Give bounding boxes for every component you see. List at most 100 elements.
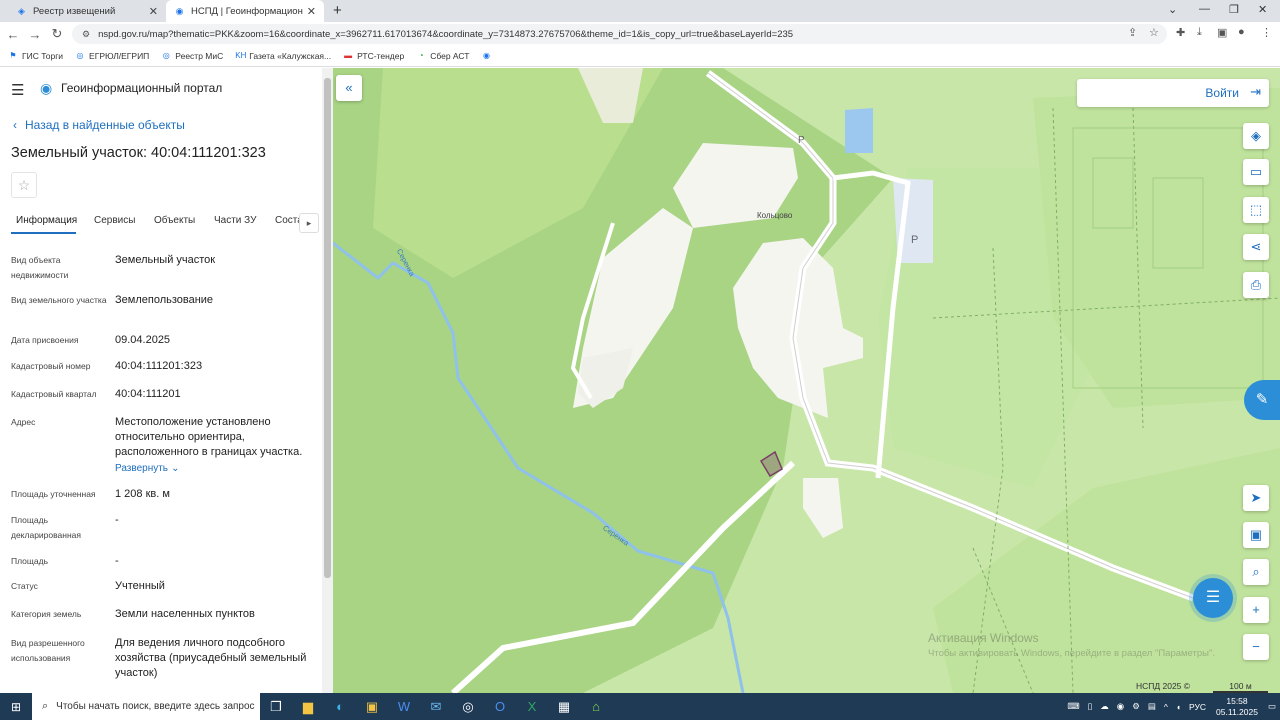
portal-logo-icon: ◉ [40,80,53,96]
show-hidden-icon[interactable]: ^ [1164,702,1168,712]
object-title: Земельный участок: 40:04:111201:323 [11,145,266,161]
file-explorer-icon[interactable]: ▆ [292,699,324,715]
site-info-icon[interactable]: ⚙ [82,29,90,40]
sidepanel-icon[interactable]: ▣ [1217,26,1227,39]
print-icon[interactable]: ⎙ [1243,272,1269,298]
windows-activation-watermark: Активация Windows [928,631,1039,645]
windows-activation-hint: Чтобы активировать Windows, перейдите в … [928,648,1215,659]
excel-icon[interactable]: X [516,699,548,714]
field-label: Вид земельного участка [11,295,107,305]
sber-icon: ◔ [418,51,424,60]
field-value: 1 208 кв. м [115,488,170,500]
bookmark-egrul[interactable]: ◎ ЕГРЮЛ/ЕГРИП [75,51,150,61]
minimize-button[interactable]: — [1199,3,1210,15]
word-icon[interactable]: W [388,699,420,714]
network-icon[interactable]: ▤ [1148,701,1156,712]
restore-button[interactable]: ❐ [1229,3,1239,16]
downloads-icon[interactable]: ⤓ [1197,26,1202,39]
bookmark-star-icon[interactable]: ☆ [1149,26,1159,39]
search-placeholder: Чтобы начать поиск, введите здесь запрос [56,701,255,712]
edge-browser-icon[interactable]: ◐ [324,699,356,714]
field-label: Площадь уточненная [11,489,96,499]
notifications-icon[interactable]: ▭ [1268,701,1276,712]
login-label: Войти [1205,86,1239,100]
geolocate-icon[interactable]: ➤ [1243,485,1269,511]
feedback-badge-icon[interactable]: ✎ [1244,380,1280,420]
parking-label: P [798,135,805,146]
close-tab-icon[interactable]: ✕ [149,5,158,18]
zoom-out-button[interactable]: − [1243,634,1269,660]
minimap-icon[interactable]: ▣ [1243,522,1269,548]
search-location-icon[interactable]: ⌕ [1243,559,1269,585]
info-tabs: Информация Сервисы Объекты Части ЗУ Сост… [0,211,322,235]
url-field[interactable]: ⚙ nspd.gov.ru/map?thematic=PKK&zoom=16&c… [72,24,1167,44]
tab-parts[interactable]: Части ЗУ [214,215,256,226]
search-icon: ⌕ [42,700,49,712]
extensions-icon[interactable]: ✚ [1176,26,1185,39]
tab-search-icon[interactable]: ⌄ [1168,3,1177,16]
area-select-icon[interactable]: ⬚ [1243,197,1269,223]
bookmark-rts-tender[interactable]: ▬ РТС-тендер [343,51,404,61]
settings-gear-icon[interactable]: ⚙ [1132,701,1140,712]
bookmark-gazeta[interactable]: KH Газета «Калужская... [235,51,331,61]
keyboard-icon[interactable]: ⌨ [1067,701,1079,712]
close-window-button[interactable]: ✕ [1258,3,1267,16]
chrome-icon[interactable]: ◎ [452,699,484,715]
share-icon[interactable]: ⇪ [1128,26,1137,39]
login-button[interactable]: Войти ⇥ [1077,79,1269,107]
app-house-icon[interactable]: ⌂ [580,699,612,714]
field-value: Землепользование [115,294,214,306]
ruler-icon[interactable]: ▭ [1243,159,1269,185]
tab-services[interactable]: Сервисы [94,215,135,226]
store-icon[interactable]: ▣ [356,699,388,715]
back-icon[interactable]: ← [2,27,24,42]
scrollbar-thumb[interactable] [324,78,331,578]
favorite-star-button[interactable]: ☆ [11,172,37,198]
tab-objects[interactable]: Объекты [154,215,195,226]
field-label: Вид разрешенного использования [11,638,85,663]
outlook-icon[interactable]: O [484,699,516,714]
back-to-results-link[interactable]: ‹ Назад в найденные объекты [13,118,185,132]
browser-tab-nspd[interactable]: ◉ НСПД | Геоинформационный п ✕ [166,0,324,22]
url-text: nspd.gov.ru/map?thematic=PKK&zoom=16&coo… [98,28,794,40]
map-scale: 100 м [1213,681,1268,693]
expand-address-link[interactable]: Развернуть ⌄ [115,461,320,476]
back-label: Назад в найденные объекты [25,118,185,132]
field-value: 09.04.2025 [115,334,171,346]
menu-dots-icon[interactable]: ⋮ [1261,26,1272,39]
expand-label: Развернуть [115,463,169,474]
calculator-icon[interactable]: ▦ [548,699,580,715]
tab-information[interactable]: Информация [16,215,77,226]
sidebar-scrollbar[interactable] [322,68,333,693]
bookmark-nspd[interactable]: ◉ [481,51,495,61]
forward-icon[interactable]: → [24,27,46,42]
language-indicator[interactable]: РУС [1189,702,1206,712]
bookmark-gis-torgi[interactable]: ⚑ ГИС Торги [8,51,63,61]
bookmark-sber-ast[interactable]: ◔ Сбер АСТ [416,51,470,61]
volume-icon[interactable]: ◖ [1176,702,1181,712]
bookmark-reestr-mis[interactable]: ◎ Реестр МиС [161,51,223,61]
share-map-icon[interactable]: ⋖ [1243,234,1269,260]
windows-start-icon[interactable]: ⊞ [0,700,32,714]
map-canvas[interactable]: P P Кольцово Серенка Серенка « Войти ⇥ ◈ … [333,68,1280,693]
layers-icon[interactable]: ◈ [1243,123,1269,149]
profile-avatar-icon[interactable]: ● [1238,26,1245,38]
new-tab-button[interactable]: + [333,2,342,19]
place-label: Кольцово [757,211,793,220]
clock[interactable]: 15:58 05.11.2025 [1216,696,1258,718]
chat-assistant-button[interactable]: ☰ [1193,578,1233,618]
zoom-in-button[interactable]: + [1243,597,1269,623]
browser-tab-registry[interactable]: ◈ Реестр извещений ✕ [8,0,166,22]
mail-icon[interactable]: ✉ [420,699,452,715]
reload-icon[interactable]: ↻ [46,26,68,42]
antivirus-icon[interactable]: ◉ [1117,701,1124,712]
tray-app-icon[interactable]: ▯ [1088,701,1093,712]
clock-date: 05.11.2025 [1216,706,1258,717]
close-tab-icon[interactable]: ✕ [307,5,316,18]
tabs-scroll-right-button[interactable]: ▸ [299,213,319,233]
task-view-icon[interactable]: ❐ [260,699,292,715]
taskbar-search[interactable]: ⌕ Чтобы начать поиск, введите здесь запро… [32,693,260,720]
collapse-sidebar-button[interactable]: « [336,75,362,101]
cloud-icon[interactable]: ☁ [1100,701,1109,712]
menu-hamburger-icon[interactable]: ☰ [11,81,24,99]
